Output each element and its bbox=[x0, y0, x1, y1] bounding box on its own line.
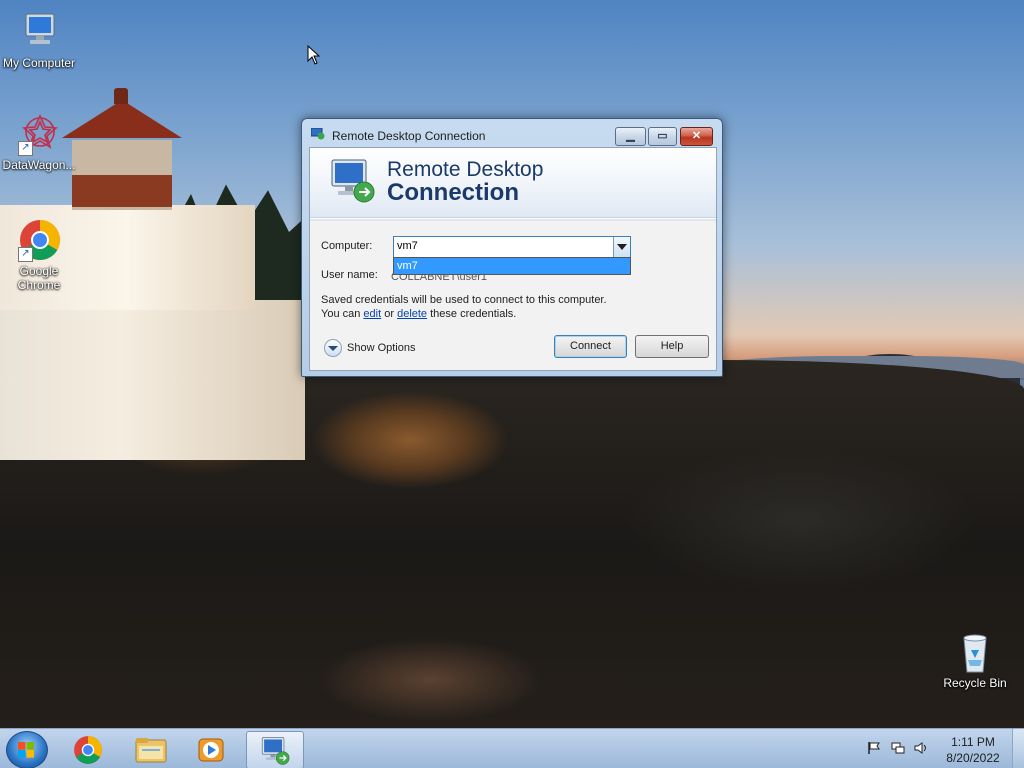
clock-time: 1:11 PM bbox=[951, 735, 995, 749]
computer-dropdown-list: vm7 bbox=[393, 257, 631, 275]
system-clock[interactable]: 1:11 PM 8/20/2022 bbox=[937, 734, 1009, 766]
mouse-cursor-icon bbox=[307, 45, 321, 65]
file-explorer-icon bbox=[135, 738, 167, 763]
computer-icon bbox=[16, 10, 62, 54]
banner-title-line2: Connection bbox=[387, 179, 519, 206]
remote-desktop-large-icon bbox=[331, 159, 375, 203]
lighthouse-top bbox=[114, 88, 128, 104]
desktop-icon-google-chrome[interactable]: ↗ Google Chrome bbox=[0, 218, 78, 292]
desktop-icon-label: My Computer bbox=[2, 56, 76, 70]
lighthouse-red-band bbox=[72, 175, 172, 207]
credentials-suffix: these credentials. bbox=[430, 308, 517, 320]
credentials-text: Saved credentials will be used to connec… bbox=[321, 294, 607, 306]
remote-desktop-icon bbox=[311, 128, 325, 140]
shortcut-arrow-icon: ↗ bbox=[18, 141, 33, 156]
remote-desktop-window: Remote Desktop Connection ▁ ▭ ✕ Remote D… bbox=[301, 118, 723, 377]
edit-credentials-link[interactable]: edit bbox=[363, 308, 381, 320]
start-button[interactable] bbox=[6, 731, 48, 768]
computer-input[interactable]: vm7 bbox=[397, 240, 418, 252]
taskbar-file-explorer[interactable] bbox=[123, 731, 179, 767]
chevron-down-icon bbox=[328, 346, 338, 351]
media-player-icon bbox=[198, 738, 224, 762]
connection-form: Computer: vm7 User name: COLLABNET\user1… bbox=[310, 221, 716, 370]
datawagon-icon: ↗ bbox=[16, 112, 62, 156]
chrome-icon bbox=[74, 736, 102, 764]
desktop-icon-recycle-bin[interactable]: Recycle Bin bbox=[936, 630, 1014, 690]
username-label: User name: bbox=[321, 269, 378, 281]
lighthouse-base bbox=[0, 300, 305, 460]
computer-dropdown-button[interactable] bbox=[613, 237, 630, 257]
shortcut-arrow-icon: ↗ bbox=[18, 247, 33, 262]
chrome-icon: ↗ bbox=[16, 218, 62, 262]
desktop-icon-my-computer[interactable]: My Computer bbox=[0, 10, 78, 70]
connect-button[interactable]: Connect bbox=[554, 335, 627, 358]
show-desktop-button[interactable] bbox=[1012, 729, 1024, 768]
lighthouse-roof bbox=[62, 100, 182, 138]
minimize-button[interactable]: ▁ bbox=[615, 127, 646, 146]
start-icon bbox=[18, 742, 34, 758]
banner: Remote Desktop Connection bbox=[310, 148, 716, 218]
window-client-area: Remote Desktop Connection Computer: vm7 … bbox=[309, 147, 717, 371]
credentials-or: or bbox=[384, 308, 395, 320]
desktop-icon-label: Google Chrome bbox=[17, 264, 61, 292]
help-button[interactable]: Help bbox=[635, 335, 709, 358]
credentials-actions-text: You can edit or delete these credentials… bbox=[321, 308, 516, 320]
network-icon[interactable] bbox=[891, 741, 905, 755]
close-button[interactable]: ✕ bbox=[680, 127, 713, 146]
desktop-icon-label: DataWagon... bbox=[2, 158, 76, 172]
dropdown-item-vm7[interactable]: vm7 bbox=[394, 258, 630, 274]
close-icon: ✕ bbox=[691, 130, 702, 142]
credentials-prefix: You can bbox=[321, 308, 361, 320]
desktop-icon-datawagon[interactable]: ↗ DataWagon... bbox=[0, 112, 78, 172]
show-options-label[interactable]: Show Options bbox=[347, 342, 415, 354]
computer-label: Computer: bbox=[321, 240, 373, 252]
maximize-button[interactable]: ▭ bbox=[648, 127, 677, 146]
window-title: Remote Desktop Connection bbox=[332, 129, 486, 143]
minimize-icon: ▁ bbox=[626, 130, 635, 142]
recycle-bin-icon bbox=[952, 630, 998, 674]
show-options-toggle[interactable] bbox=[324, 339, 342, 357]
delete-credentials-link[interactable]: delete bbox=[397, 308, 427, 320]
remote-desktop-icon bbox=[261, 737, 290, 765]
desktop-icon-label: Recycle Bin bbox=[943, 676, 1007, 690]
taskbar-remote-desktop[interactable] bbox=[246, 731, 304, 768]
clock-date: 8/20/2022 bbox=[946, 751, 1000, 765]
taskbar: 1:11 PM 8/20/2022 bbox=[0, 728, 1024, 768]
chevron-down-icon bbox=[617, 244, 627, 250]
taskbar-chrome[interactable] bbox=[60, 731, 116, 767]
taskbar-media-player[interactable] bbox=[183, 731, 239, 767]
title-bar[interactable]: Remote Desktop Connection ▁ ▭ ✕ bbox=[302, 119, 722, 147]
maximize-icon: ▭ bbox=[657, 130, 668, 142]
computer-combobox[interactable]: vm7 bbox=[393, 236, 631, 258]
volume-icon[interactable] bbox=[914, 741, 928, 755]
action-center-flag-icon[interactable] bbox=[867, 741, 881, 755]
